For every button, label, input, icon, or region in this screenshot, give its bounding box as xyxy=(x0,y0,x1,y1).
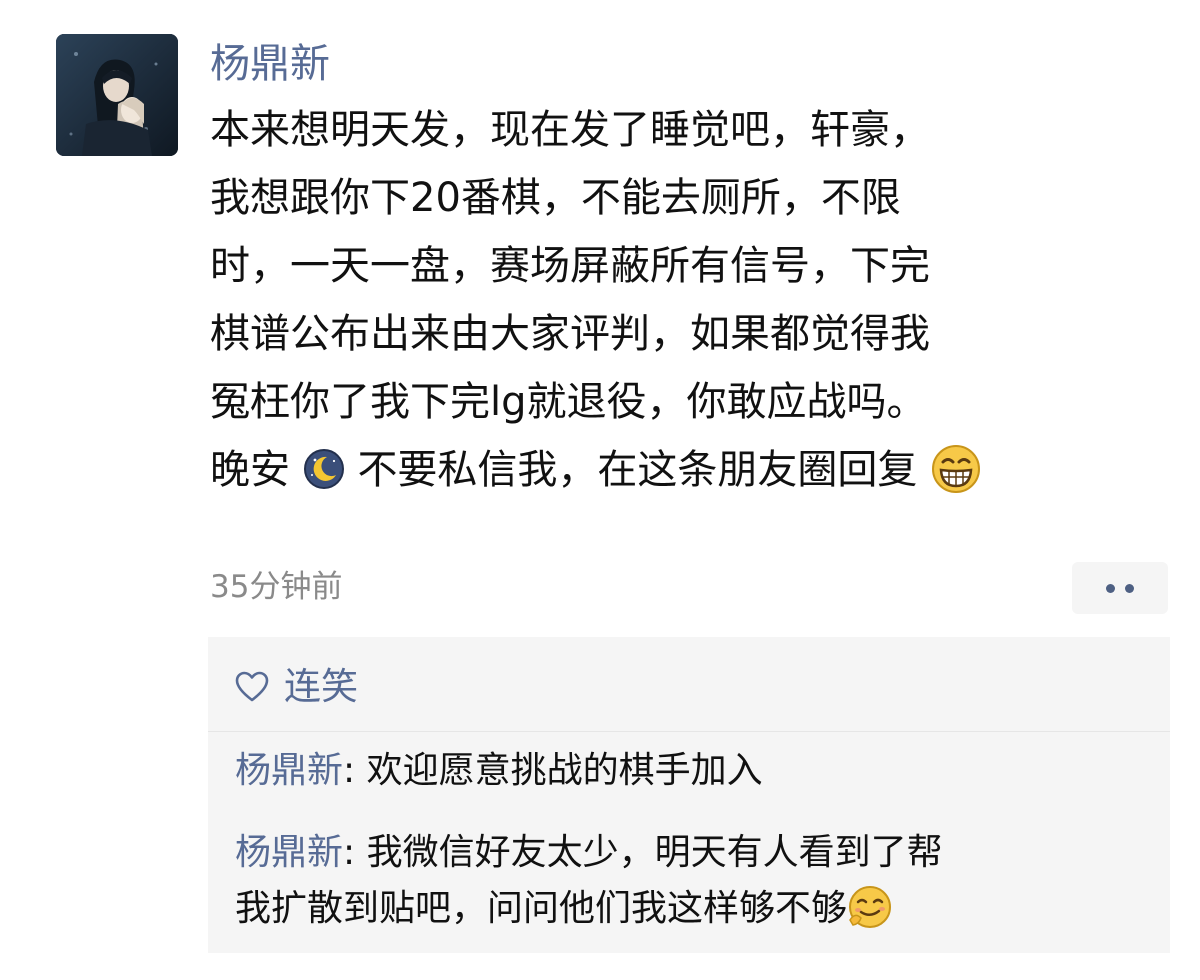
comment-text: 我微信好友太少，明天有人看到了帮 xyxy=(366,832,943,873)
comment-item[interactable]: 杨鼎新: 我微信好友太少，明天有人看到了帮 我扩散到贴吧，问问他们我这样够不够 xyxy=(235,825,1155,937)
post-text-line: 冤枉你了我下完lg就退役，你敢应战吗。 xyxy=(210,379,927,425)
post-text-last-line: 晚安 不要私信我，在这条朋友圈回复 xyxy=(210,436,1170,504)
more-dots-icon xyxy=(1125,583,1134,593)
post-text-line: 棋谱公布出来由大家评判，如果都觉得我 xyxy=(210,311,930,357)
post-timestamp: 35分钟前 xyxy=(210,569,343,605)
heart-outline-icon xyxy=(235,671,269,702)
more-dots-icon xyxy=(1106,583,1115,593)
comment-separator: : xyxy=(343,750,367,791)
post-text-goodnight: 晚安 xyxy=(210,447,290,493)
moon-sleep-emoji-icon xyxy=(303,448,345,490)
grin-emoji-icon xyxy=(930,443,982,495)
likes-row: 连笑 xyxy=(234,661,358,713)
post-text-line: 本来想明天发，现在发了睡觉吧，轩豪， xyxy=(210,107,930,153)
divider xyxy=(208,731,1170,732)
avatar[interactable] xyxy=(56,34,178,156)
comment-separator: : xyxy=(343,832,367,873)
comment-line: 杨鼎新: 欢迎愿意挑战的棋手加入 xyxy=(235,743,1155,799)
post-text-line: 我想跟你下20番棋，不能去厕所，不限 xyxy=(210,175,901,221)
moments-post: 杨鼎新 本来想明天发，现在发了睡觉吧，轩豪， 我想跟你下20番棋，不能去厕所，不… xyxy=(0,0,1200,980)
blush-smile-emoji-icon xyxy=(847,884,893,930)
comment-line: 我扩散到贴吧，问问他们我这样够不够 xyxy=(235,881,1155,937)
comment-item[interactable]: 杨鼎新: 欢迎愿意挑战的棋手加入 xyxy=(235,743,1155,799)
anime-character-avatar-icon xyxy=(56,34,178,156)
likes-comments-panel: 连笑 杨鼎新: 欢迎愿意挑战的棋手加入 杨鼎新: 我微信好友太少，明天有人看到了… xyxy=(208,637,1170,953)
post-author[interactable]: 杨鼎新 xyxy=(210,36,330,92)
comment-text: 我扩散到贴吧，问问他们我这样够不够 xyxy=(235,888,848,929)
comment-author[interactable]: 杨鼎新 xyxy=(235,750,343,791)
post-text-line: 时，一天一盘，赛场屏蔽所有信号，下完 xyxy=(210,243,930,289)
like-user-name[interactable]: 连笑 xyxy=(284,661,358,713)
more-actions-button[interactable] xyxy=(1072,562,1168,614)
comment-text: 欢迎愿意挑战的棋手加入 xyxy=(366,750,763,791)
post-text-request: 不要私信我，在这条朋友圈回复 xyxy=(357,447,918,493)
post-text: 本来想明天发，现在发了睡觉吧，轩豪， 我想跟你下20番棋，不能去厕所，不限 时，… xyxy=(210,96,1170,504)
comment-line: 杨鼎新: 我微信好友太少，明天有人看到了帮 xyxy=(235,825,1155,881)
comment-author[interactable]: 杨鼎新 xyxy=(235,832,343,873)
